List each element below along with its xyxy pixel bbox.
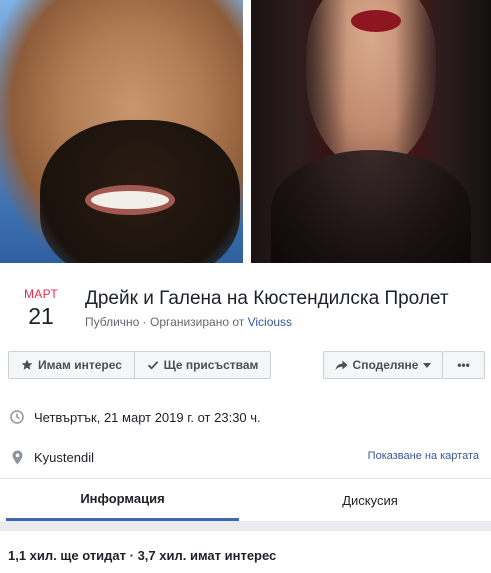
event-meta: Публично · Организирано от Viciouss: [85, 314, 292, 330]
organized-by-label: Организирано от: [150, 315, 248, 329]
cover-photo-right: [251, 0, 491, 263]
clock-icon: [8, 410, 26, 424]
location-pin-icon: [8, 450, 26, 465]
event-date-month: МАРТ: [24, 287, 58, 301]
interested-button[interactable]: Имам интерес: [8, 351, 134, 379]
caret-down-icon: [423, 362, 432, 368]
event-cover-photo[interactable]: [0, 0, 491, 263]
share-label: Споделяне: [352, 358, 419, 372]
going-label: Ще присъствам: [163, 358, 259, 372]
event-time: Четвъртък, 21 март 2019 г. от 23:30 ч.: [34, 409, 261, 425]
event-date: МАРТ 21: [18, 287, 64, 329]
checkmark-icon: [147, 359, 159, 371]
event-title: Дрейк и Галена на Кюстендилска Пролет: [85, 288, 449, 309]
interested-label: Имам интерес: [38, 358, 122, 372]
event-header: МАРТ 21 Дрейк и Галена на Кюстендилска П…: [0, 263, 491, 342]
event-date-day: 21: [28, 303, 54, 329]
section-separator: [0, 521, 491, 531]
share-button[interactable]: Споделяне: [323, 351, 443, 379]
event-location-row: Kyustendil: [8, 447, 94, 467]
going-button[interactable]: Ще присъствам: [134, 351, 271, 379]
tab-discussion[interactable]: Дискусия: [250, 479, 490, 521]
event-time-row: Четвъртък, 21 март 2019 г. от 23:30 ч.: [8, 407, 261, 427]
event-location[interactable]: Kyustendil: [34, 450, 94, 465]
attendance-stats: 1,1 хил. ще отидат · 3,7 хил. имат интер…: [8, 548, 277, 563]
tab-information[interactable]: Информация: [6, 479, 239, 521]
more-options-button[interactable]: •••: [443, 351, 485, 379]
share-arrow-icon: [335, 360, 348, 371]
cover-photo-left: [0, 0, 243, 263]
show-map-link[interactable]: Показване на картата: [368, 450, 479, 462]
more-dots-icon: •••: [457, 358, 470, 372]
organizer-link[interactable]: Viciouss: [248, 315, 292, 329]
event-privacy: Публично: [85, 315, 140, 329]
star-icon: [21, 359, 33, 371]
event-tabs: Информация Дискусия: [0, 479, 491, 521]
meta-separator: ·: [139, 315, 151, 329]
